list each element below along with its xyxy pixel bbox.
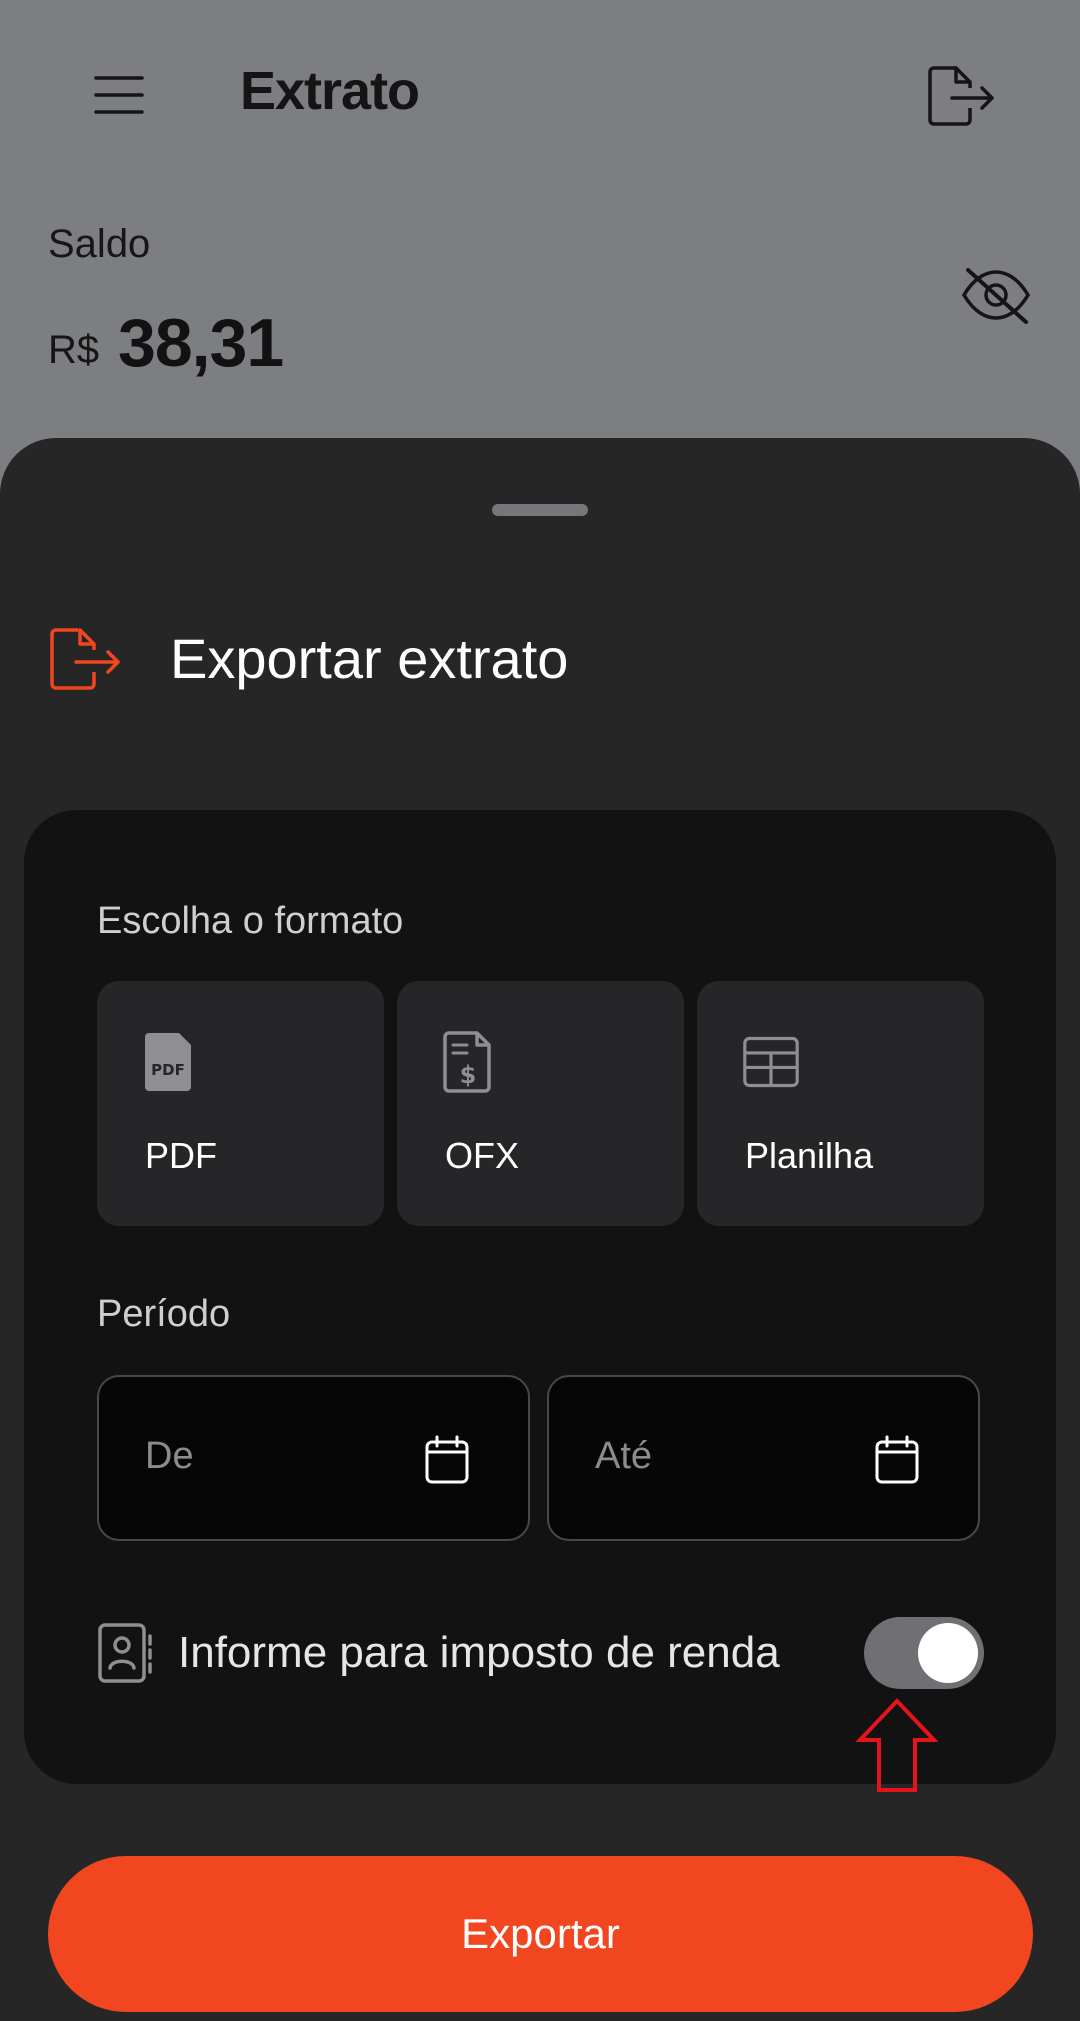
contact-book-icon xyxy=(98,1623,152,1683)
date-to-placeholder: Até xyxy=(595,1435,653,1477)
balance-currency: R$ xyxy=(48,328,100,372)
period-section-label: Período xyxy=(97,1293,231,1335)
income-tax-label: Informe para imposto de renda xyxy=(178,1628,780,1677)
format-option-ofx[interactable]: $ OFX xyxy=(397,981,684,1226)
date-to-field[interactable]: Até xyxy=(547,1375,980,1541)
format-label: PDF xyxy=(145,1135,217,1176)
sheet-title: Exportar extrato xyxy=(170,627,569,690)
format-label: Planilha xyxy=(745,1135,874,1176)
up-arrow-annotation-icon xyxy=(856,1698,938,1792)
ofx-file-icon: $ xyxy=(443,1031,491,1093)
balance-amount: 38,31 xyxy=(118,305,284,381)
export-document-icon xyxy=(50,628,120,690)
spreadsheet-icon xyxy=(743,1036,799,1088)
format-option-spreadsheet[interactable]: Planilha xyxy=(697,981,984,1226)
svg-text:PDF: PDF xyxy=(151,1061,185,1079)
income-tax-toggle[interactable] xyxy=(864,1617,984,1689)
svg-text:$: $ xyxy=(460,1061,477,1089)
calendar-icon xyxy=(425,1435,469,1484)
date-from-placeholder: De xyxy=(145,1435,194,1477)
hamburger-menu-icon[interactable] xyxy=(94,70,144,120)
page-title: Extrato xyxy=(240,61,420,121)
export-button[interactable]: Exportar xyxy=(48,1856,1033,2012)
eye-off-icon[interactable] xyxy=(960,266,1032,324)
sheet-drag-handle[interactable] xyxy=(492,504,588,516)
format-option-pdf[interactable]: PDF PDF xyxy=(97,981,384,1226)
toggle-knob xyxy=(918,1623,978,1683)
date-from-field[interactable]: De xyxy=(97,1375,530,1541)
export-document-icon[interactable] xyxy=(926,64,996,128)
format-label: OFX xyxy=(445,1135,520,1176)
balance-label: Saldo xyxy=(48,222,151,266)
pdf-file-icon: PDF xyxy=(145,1033,191,1091)
calendar-icon xyxy=(875,1435,919,1484)
format-section-label: Escolha o formato xyxy=(97,900,404,942)
